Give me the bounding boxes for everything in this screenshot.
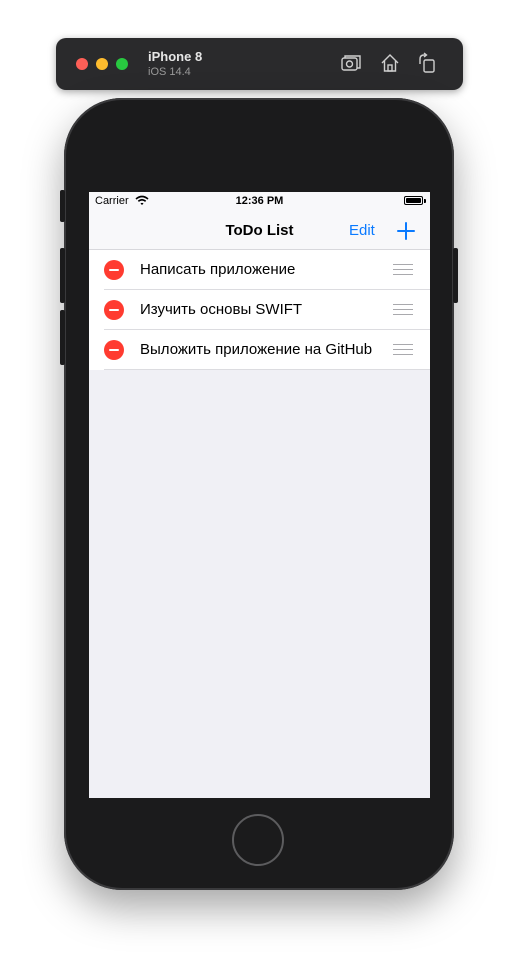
power-button	[453, 248, 458, 303]
simulator-toolbar: iPhone 8 iOS 14.4	[56, 38, 463, 90]
volume-down-button	[60, 310, 65, 365]
volume-up-button	[60, 248, 65, 303]
plus-icon[interactable]	[396, 221, 416, 241]
mute-switch	[60, 190, 65, 222]
rotate-icon[interactable]	[416, 52, 438, 74]
task-title: Выложить приложение на GitHub	[140, 341, 373, 358]
page-title: ToDo List	[225, 222, 294, 239]
close-window-button[interactable]	[76, 58, 88, 70]
minimize-window-button[interactable]	[96, 58, 108, 70]
zoom-window-button[interactable]	[116, 58, 128, 70]
delete-control-icon[interactable]	[104, 340, 124, 360]
list-item[interactable]: Изучить основы SWIFT	[89, 290, 430, 330]
battery-icon	[404, 196, 423, 205]
reorder-handle-icon[interactable]	[393, 304, 413, 316]
edit-button[interactable]: Edit	[349, 222, 375, 239]
list-item[interactable]: Написать приложение	[89, 250, 430, 290]
os-version: iOS 14.4	[148, 66, 191, 78]
task-title: Изучить основы SWIFT	[140, 301, 303, 318]
battery-cap	[424, 199, 426, 203]
task-list: Написать приложение Изучить основы SWIFT…	[89, 250, 430, 370]
device-name: iPhone 8	[148, 49, 203, 64]
status-time: 12:36 PM	[235, 195, 284, 207]
task-title: Написать приложение	[140, 261, 296, 278]
screenshot-icon[interactable]	[340, 52, 362, 74]
device-screen: Carrier 12:36 PM ToDo List Edit Написать…	[89, 192, 430, 798]
delete-control-icon[interactable]	[104, 300, 124, 320]
reorder-handle-icon[interactable]	[393, 264, 413, 276]
status-bar: Carrier 12:36 PM	[89, 192, 430, 212]
delete-control-icon[interactable]	[104, 260, 124, 280]
navigation-bar: ToDo List Edit	[89, 212, 430, 250]
home-icon[interactable]	[379, 52, 401, 74]
home-button[interactable]	[232, 814, 284, 866]
reorder-handle-icon[interactable]	[393, 344, 413, 356]
list-item[interactable]: Выложить приложение на GitHub	[89, 330, 430, 370]
